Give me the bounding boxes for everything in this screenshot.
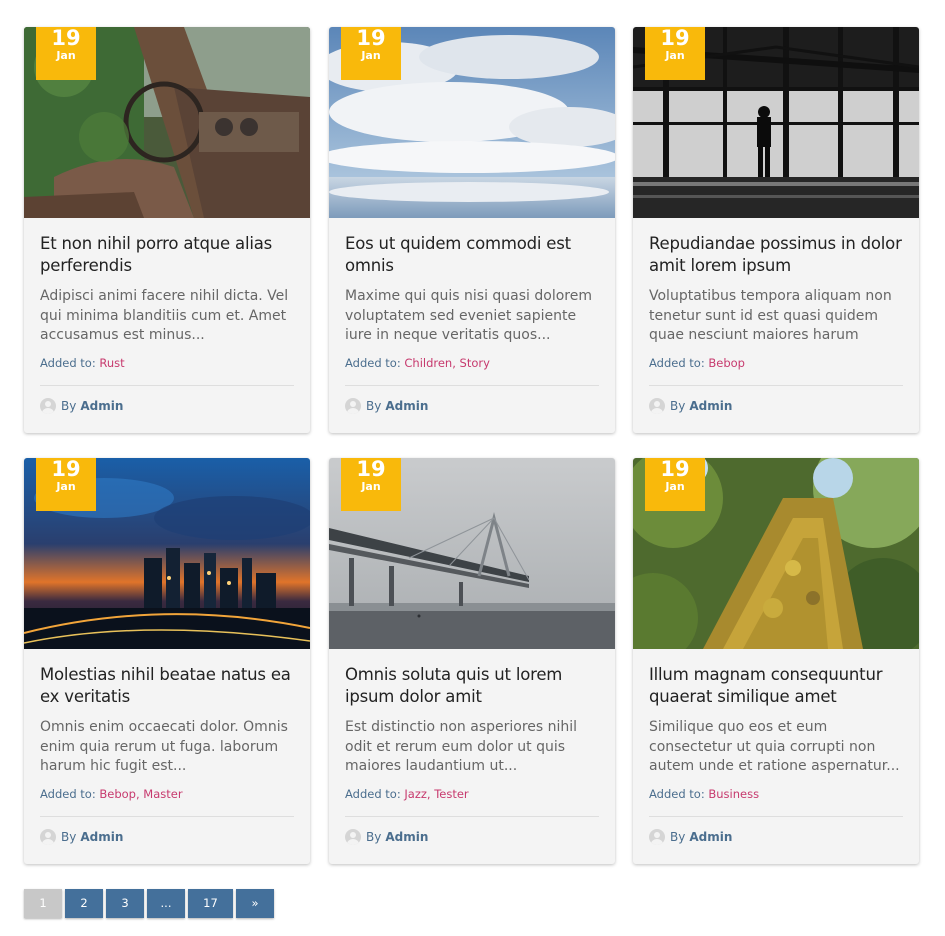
post-excerpt: Est distinctio non asperiores nihil odit… [345,719,578,774]
post-tags: Added to: Jazz, Tester [345,787,599,801]
page-button-17[interactable]: 17 [188,889,233,918]
post-tags: Added to: Business [649,787,903,801]
post-author: By Admin [345,829,428,845]
date-badge: 19 Jan [645,27,705,80]
post-title[interactable]: Molestias nihil beatae natus ea ex verit… [40,664,294,708]
post-title[interactable]: Illum magnam consequuntur quaerat simili… [649,664,903,708]
date-day: 19 [356,458,386,481]
post-title[interactable]: Omnis soluta quis ut lorem ipsum dolor a… [345,664,599,708]
post-excerpt: Voluptatibus tempora aliquam non tenetur… [649,288,892,343]
divider [40,816,294,817]
page-button-1[interactable]: 1 [24,889,62,918]
divider [649,816,903,817]
author-by-label: By [61,399,77,413]
date-month: Jan [665,480,685,493]
date-badge: 19 Jan [341,458,401,511]
next-page-button[interactable]: » [236,889,274,918]
post-image[interactable]: 19 Jan [329,27,615,218]
post-card: 19 Jan Omnis soluta quis ut lorem ipsum … [329,458,615,864]
post-title[interactable]: Et non nihil porro atque alias perferend… [40,233,294,277]
date-day: 19 [660,458,690,481]
page-button-3[interactable]: 3 [106,889,144,918]
author-link[interactable]: Admin [80,398,123,414]
author-link[interactable]: Admin [80,829,123,845]
author-by-label: By [670,830,686,844]
date-badge: 19 Jan [341,27,401,80]
date-month: Jan [665,49,685,62]
avatar-icon [649,829,665,845]
author-link[interactable]: Admin [385,398,428,414]
tag-link[interactable]: Rust [99,356,124,370]
added-to-label: Added to: [345,787,401,801]
post-title[interactable]: Eos ut quidem commodi est omnis [345,233,599,277]
post-card: 19 Jan Molestias nihil beatae natus ea e… [24,458,310,864]
post-image[interactable]: 19 Jan [633,458,919,649]
tag-link[interactable]: Business [708,787,759,801]
post-excerpt: Maxime qui quis nisi quasi dolorem volup… [345,288,593,343]
post-card: 19 Jan Eos ut quidem commodi est omnis M… [329,27,615,433]
post-author: By Admin [649,398,732,414]
divider [649,385,903,386]
post-card: 19 Jan Illum magnam consequuntur quaerat… [633,458,919,864]
date-month: Jan [361,480,381,493]
author-by-label: By [366,830,382,844]
divider [40,385,294,386]
date-badge: 19 Jan [645,458,705,511]
page-ellipsis-button[interactable]: ... [147,889,185,918]
post-author: By Admin [40,398,123,414]
post-tags: Added to: Bebop, Master [40,787,294,801]
post-card: 19 Jan Repudiandae possimus in dolor ami… [633,27,919,433]
date-day: 19 [356,27,386,50]
added-to-label: Added to: [345,356,401,370]
avatar-icon [345,829,361,845]
post-image[interactable]: 19 Jan [329,458,615,649]
avatar-icon [649,398,665,414]
post-image[interactable]: 19 Jan [24,458,310,649]
added-to-label: Added to: [649,787,705,801]
tag-link[interactable]: Bebop, Master [99,787,182,801]
divider [345,385,599,386]
author-by-label: By [61,830,77,844]
avatar-icon [345,398,361,414]
added-to-label: Added to: [40,787,96,801]
avatar-icon [40,829,56,845]
avatar-icon [40,398,56,414]
post-tags: Added to: Bebop [649,356,903,370]
tag-link[interactable]: Bebop [708,356,745,370]
date-day: 19 [51,27,81,50]
post-excerpt: Omnis enim occaecati dolor. Omnis enim q… [40,719,288,774]
author-link[interactable]: Admin [689,829,732,845]
date-day: 19 [51,458,81,481]
pagination: 1 2 3 ... 17 » [24,889,277,918]
author-link[interactable]: Admin [385,829,428,845]
post-author: By Admin [345,398,428,414]
date-day: 19 [660,27,690,50]
post-excerpt: Similique quo eos et eum consectetur ut … [649,719,900,774]
post-image[interactable]: 19 Jan [24,27,310,218]
post-tags: Added to: Children, Story [345,356,599,370]
author-link[interactable]: Admin [689,398,732,414]
post-tags: Added to: Rust [40,356,294,370]
date-month: Jan [56,480,76,493]
added-to-label: Added to: [649,356,705,370]
added-to-label: Added to: [40,356,96,370]
post-card: 19 Jan Et non nihil porro atque alias pe… [24,27,310,433]
page-button-2[interactable]: 2 [65,889,103,918]
post-image[interactable]: 19 Jan [633,27,919,218]
post-author: By Admin [649,829,732,845]
post-title[interactable]: Repudiandae possimus in dolor amit lorem… [649,233,903,277]
date-month: Jan [361,49,381,62]
author-by-label: By [366,399,382,413]
author-by-label: By [670,399,686,413]
divider [345,816,599,817]
tag-link[interactable]: Children, Story [404,356,490,370]
tag-link[interactable]: Jazz, Tester [404,787,468,801]
date-month: Jan [56,49,76,62]
post-excerpt: Adipisci animi facere nihil dicta. Vel q… [40,288,289,343]
post-author: By Admin [40,829,123,845]
date-badge: 19 Jan [36,27,96,80]
date-badge: 19 Jan [36,458,96,511]
